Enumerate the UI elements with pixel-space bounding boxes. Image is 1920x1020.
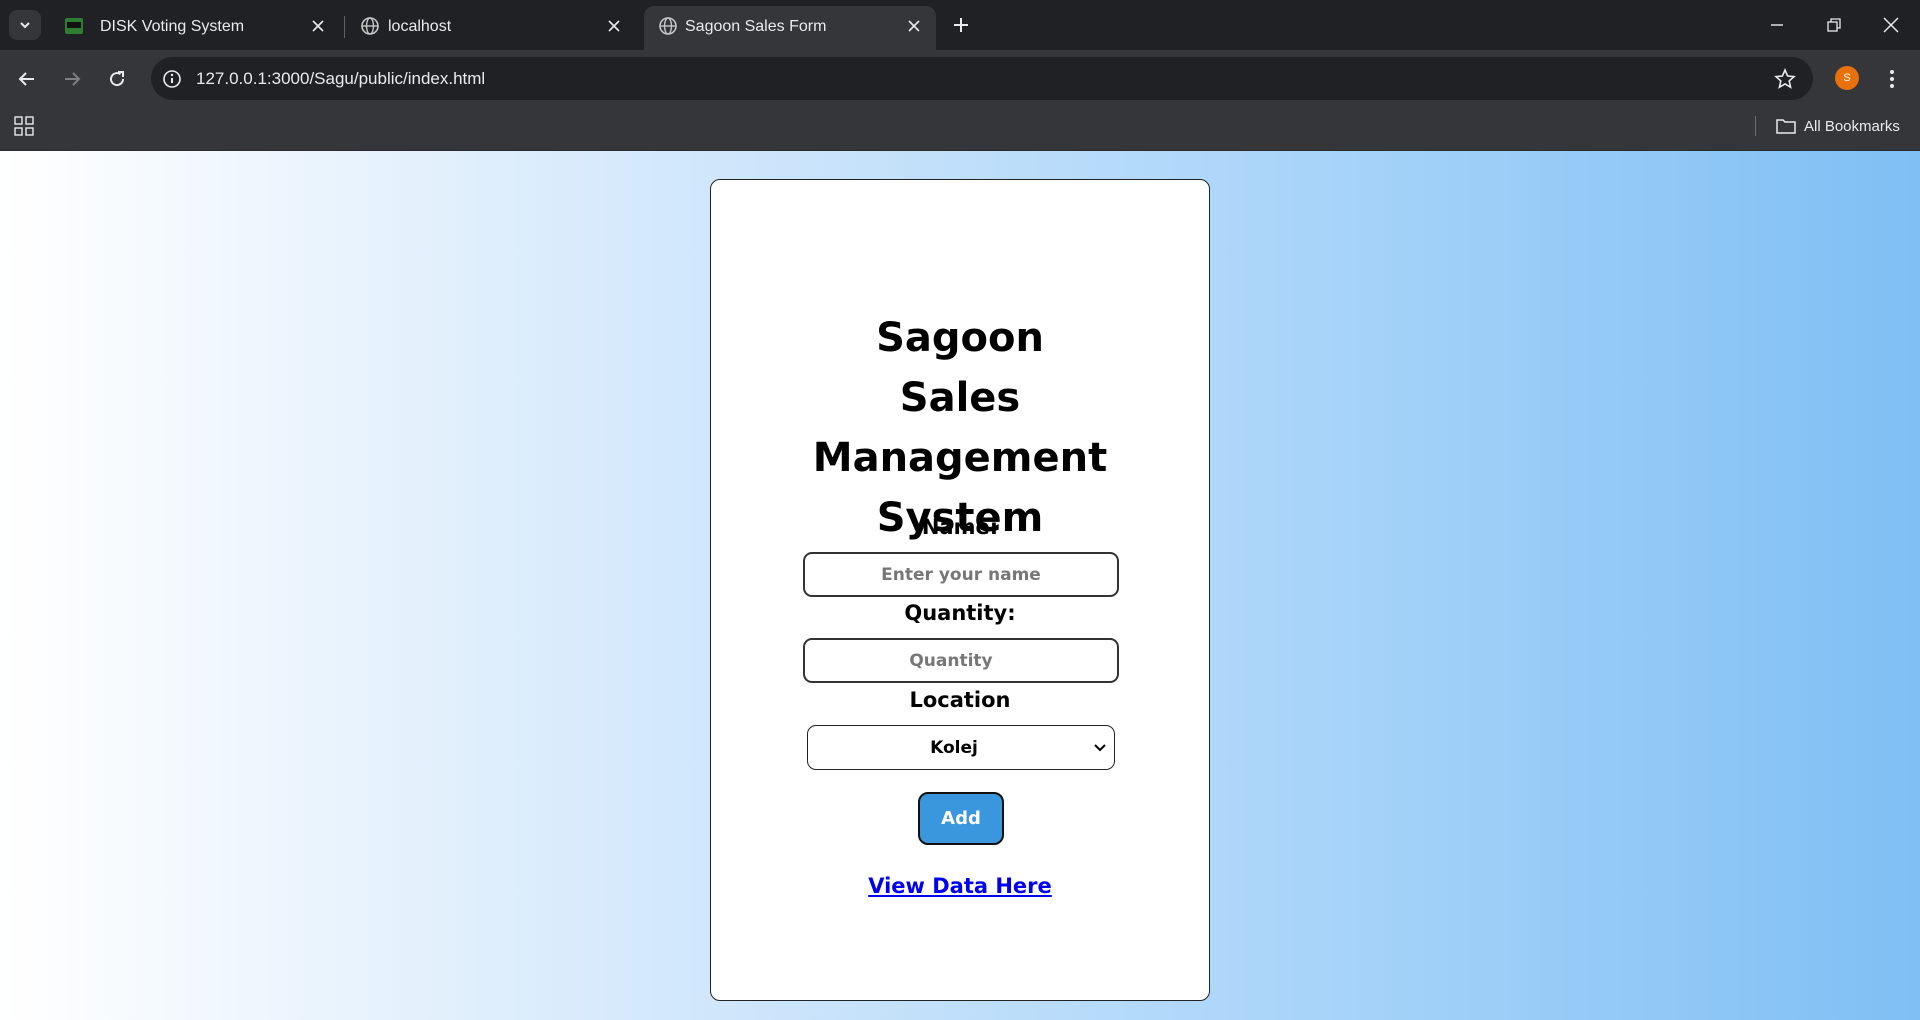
bookmarks-divider [1755, 116, 1756, 136]
page-title: Sagoon Sales Management System [711, 308, 1209, 548]
bookmark-star-icon[interactable] [1774, 67, 1796, 90]
quantity-input[interactable] [803, 638, 1119, 683]
minimize-icon [1771, 24, 1783, 26]
close-icon[interactable] [604, 16, 624, 36]
menu-button[interactable] [1877, 64, 1907, 94]
close-window-button[interactable] [1873, 10, 1909, 40]
location-selected-value: Kolej [930, 737, 978, 758]
tab-search-button[interactable] [9, 10, 41, 40]
tab-label: Sagoon Sales Form [685, 18, 827, 35]
avatar-initial: S [1843, 72, 1851, 84]
view-data-link[interactable]: View Data Here [711, 874, 1209, 898]
all-bookmarks-label: All Bookmarks [1804, 117, 1900, 135]
browser-toolbar: 127.0.0.1:3000/Sagu/public/index.html S [0, 50, 1920, 108]
disk-favicon-icon [64, 16, 84, 36]
new-tab-button[interactable] [948, 12, 974, 38]
page-viewport: Sagoon Sales Management System Name: Qua… [0, 151, 1920, 1020]
all-bookmarks-button[interactable]: All Bookmarks [1776, 114, 1900, 138]
chevron-down-icon [1094, 744, 1106, 752]
restore-button[interactable] [1816, 10, 1852, 40]
arrow-left-icon [18, 72, 34, 86]
address-bar[interactable]: 127.0.0.1:3000/Sagu/public/index.html [151, 57, 1813, 100]
reload-icon [110, 71, 125, 87]
tab-localhost[interactable]: localhost [346, 6, 636, 50]
plus-icon [954, 18, 968, 32]
tab-strip: DISK Voting System localhost Sagoon Sale… [0, 0, 1920, 50]
forward-button[interactable] [57, 64, 87, 94]
quantity-label: Quantity: [904, 601, 1016, 625]
minimize-button[interactable] [1759, 10, 1795, 40]
globe-icon [360, 16, 380, 36]
reload-button[interactable] [102, 64, 132, 94]
arrow-right-icon [65, 72, 81, 86]
close-icon[interactable] [308, 16, 328, 36]
name-input[interactable] [803, 552, 1119, 597]
name-label: Name: [921, 515, 999, 539]
sales-form-card: Sagoon Sales Management System Name: Qua… [710, 179, 1210, 1001]
url-text: 127.0.0.1:3000/Sagu/public/index.html [196, 69, 486, 88]
title-text: Sagoon Sales Management System [812, 315, 1108, 541]
apps-grid-icon[interactable] [14, 116, 34, 136]
more-vertical-icon [1890, 70, 1894, 88]
back-button[interactable] [12, 64, 42, 94]
add-button[interactable]: Add [918, 792, 1004, 845]
restore-icon [1827, 18, 1841, 32]
close-icon [1883, 17, 1899, 33]
tab-label: DISK Voting System [100, 18, 245, 35]
tab-disk-voting[interactable]: DISK Voting System [50, 6, 340, 50]
tab-label: localhost [388, 18, 452, 35]
add-button-label: Add [941, 808, 981, 829]
profile-avatar[interactable]: S [1835, 66, 1859, 90]
site-info-icon[interactable] [161, 68, 183, 90]
folder-icon [1776, 119, 1796, 134]
location-select[interactable]: Kolej [807, 725, 1115, 770]
tab-divider [344, 16, 345, 38]
bookmarks-bar: All Bookmarks [0, 108, 1920, 151]
chevron-down-icon [20, 22, 30, 29]
close-icon[interactable] [904, 16, 924, 36]
tab-sagoon-sales-form[interactable]: Sagoon Sales Form [644, 6, 936, 50]
location-label: Location [909, 688, 1011, 712]
globe-icon [658, 16, 678, 36]
